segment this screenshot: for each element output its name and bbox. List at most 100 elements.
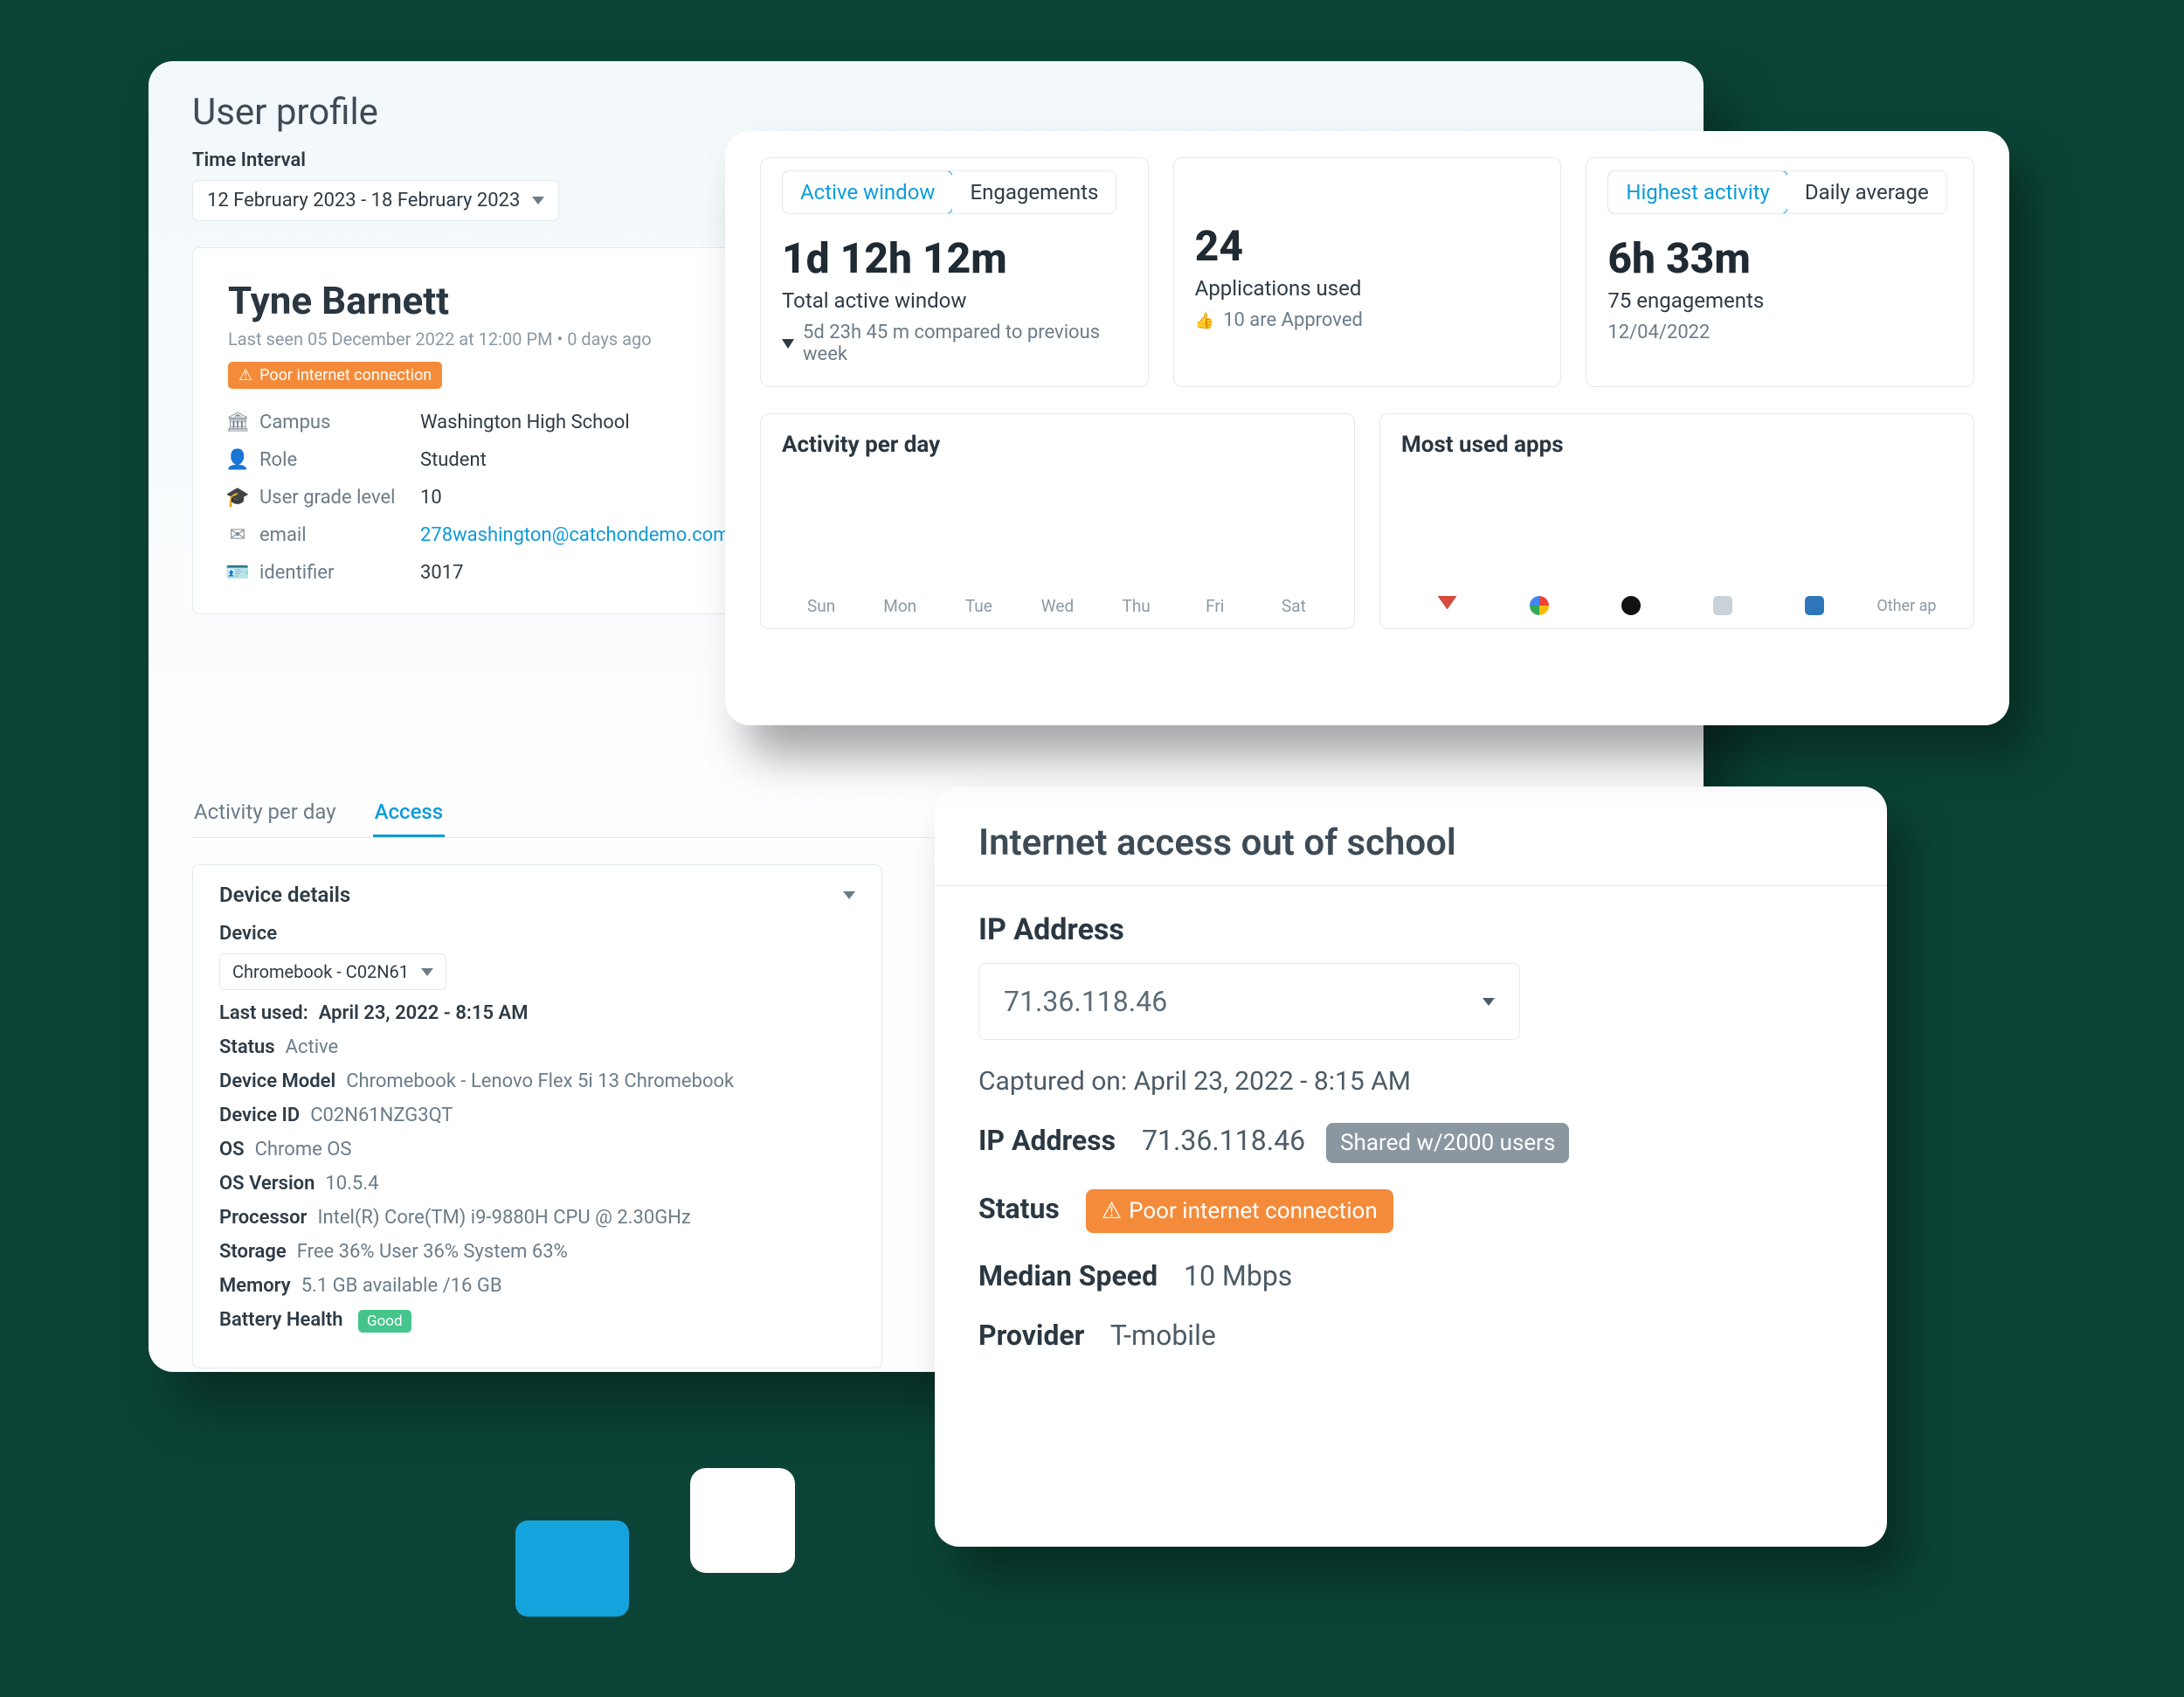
device-select-label: Device: [219, 923, 855, 945]
ip-address-select[interactable]: 71.36.118.46: [978, 963, 1520, 1040]
email-icon: [228, 526, 247, 545]
axis-label: Thu: [1097, 596, 1176, 616]
device-storage-value: Free 36% User 36% System 63%: [297, 1241, 568, 1263]
ip-address-value: 71.36.118.46: [1142, 1124, 1305, 1157]
id-icon: [228, 564, 247, 583]
user-card: Tyne Barnett Last seen 05 December 2022 …: [192, 247, 751, 614]
google-icon: [1530, 596, 1549, 615]
chevron-down-icon: [1482, 998, 1495, 1006]
tab-activity[interactable]: Activity per day: [192, 789, 338, 837]
captured-on: Captured on: April 23, 2022 - 8:15 AM: [978, 1066, 1843, 1097]
median-speed-value: 10 Mbps: [1184, 1259, 1292, 1292]
metric-apps-used: 24 Applications used 10 are Approved: [1173, 157, 1562, 387]
internet-access-card: Internet access out of school IP Address…: [935, 786, 1887, 1547]
shared-users-badge: Shared w/2000 users: [1326, 1123, 1569, 1163]
axis-label: [1401, 596, 1493, 615]
app5-icon: [1805, 596, 1824, 615]
chart-apps-title: Most used apps: [1401, 432, 1952, 458]
axis-label: [1677, 596, 1769, 615]
median-speed-line: Median Speed 10 Mbps: [978, 1259, 1843, 1292]
device-select-value: Chromebook - C02N61: [232, 961, 409, 982]
device-os-label: OS: [219, 1139, 245, 1160]
connection-badge: Poor internet connection: [228, 362, 442, 389]
app4-icon: [1713, 596, 1732, 615]
axis-label: [1493, 596, 1585, 615]
internet-access-title: Internet access out of school: [978, 821, 1843, 864]
device-model-value: Chromebook - Lenovo Flex 5i 13 Chromeboo…: [346, 1070, 734, 1092]
thumbs-up-icon: [1195, 309, 1214, 331]
arrow-down-icon: [782, 339, 794, 349]
net-status-label: Status: [978, 1192, 1060, 1225]
warning-icon: [1102, 1198, 1122, 1224]
role-label: Role: [259, 449, 297, 471]
device-cpu-value: Intel(R) Core(TM) i9-9880H CPU @ 2.30GHz: [317, 1207, 690, 1229]
tab-highest-activity[interactable]: Highest activity: [1607, 170, 1788, 214]
chevron-down-icon[interactable]: [843, 891, 855, 899]
device-details-title: Device details: [219, 883, 350, 907]
user-name: Tyne Barnett: [228, 278, 715, 323]
time-interval-select[interactable]: 12 February 2023 - 18 February 2023: [192, 180, 559, 221]
ip-address-heading: IP Address: [978, 912, 1843, 947]
device-model-label: Device Model: [219, 1070, 335, 1092]
metric1-sub: Total active window: [782, 288, 1127, 313]
metric3-value: 6h 33m: [1607, 233, 1952, 283]
ip-address-label: IP Address: [978, 1124, 1116, 1157]
metric2-sub: Applications used: [1195, 276, 1540, 301]
device-id-value: C02N61NZG3QT: [310, 1105, 453, 1126]
grade-value: 10: [420, 487, 729, 509]
decoration-square-cyan: [515, 1520, 629, 1617]
metric2-value: 24: [1195, 221, 1540, 271]
metric2-note-text: 10 are Approved: [1223, 309, 1363, 331]
email-value[interactable]: 278washington@catchondemo.com: [420, 524, 729, 546]
metric3-note: 12/04/2022: [1607, 322, 1952, 343]
page-title: User profile: [192, 91, 1660, 134]
median-speed-label: Median Speed: [978, 1259, 1158, 1292]
ip-address-select-value: 71.36.118.46: [1004, 985, 1167, 1018]
captured-on-label: Captured on:: [978, 1066, 1127, 1097]
captured-on-value: April 23, 2022 - 8:15 AM: [1134, 1066, 1411, 1097]
chart-activity-per-day: Activity per day SunMonTueWedThuFriSat: [760, 413, 1355, 629]
warning-icon: [238, 366, 252, 384]
axis-label: Sun: [782, 596, 860, 616]
chevron-down-icon: [421, 968, 433, 976]
metric1-value: 1d 12h 12m: [782, 233, 1127, 283]
metric-highest-activity: Highest activity Daily average 6h 33m 75…: [1586, 157, 1974, 387]
metric1-note: 5d 23h 45 m compared to previous week: [782, 322, 1127, 365]
email-label: email: [259, 524, 307, 546]
metric-active-window: Active window Engagements 1d 12h 12m Tot…: [760, 157, 1149, 387]
device-status-value: Active: [286, 1036, 339, 1058]
time-interval-value: 12 February 2023 - 18 February 2023: [207, 190, 520, 211]
metric1-tabs: Active window Engagements: [782, 170, 1116, 214]
device-cpu-label: Processor: [219, 1207, 307, 1229]
campus-label: Campus: [259, 412, 330, 433]
provider-value: T-mobile: [1110, 1319, 1216, 1352]
tab-engagements[interactable]: Engagements: [952, 171, 1116, 213]
provider-line: Provider T-mobile: [978, 1319, 1843, 1352]
net-status-line: Status Poor internet connection: [978, 1189, 1843, 1233]
grade-icon: [228, 488, 247, 508]
connection-badge-label: Poor internet connection: [259, 366, 432, 384]
axis-label: Mon: [860, 596, 939, 616]
divider: [935, 885, 1887, 886]
device-select[interactable]: Chromebook - C02N61: [219, 953, 446, 990]
campus-value: Washington High School: [420, 412, 729, 433]
identifier-label: identifier: [259, 562, 334, 584]
chart-activity-title: Activity per day: [782, 432, 1333, 458]
last-used-value: April 23, 2022 - 8:15 AM: [319, 1002, 529, 1024]
ip-address-line: IP Address 71.36.118.46 Shared w/2000 us…: [978, 1123, 1843, 1163]
tab-access[interactable]: Access: [373, 789, 446, 837]
tab-daily-average[interactable]: Daily average: [1787, 171, 1946, 213]
role-value: Student: [420, 449, 729, 471]
skype-icon: [1621, 596, 1641, 615]
axis-label: Other ap: [1861, 597, 1952, 615]
net-status-badge-label: Poor internet connection: [1129, 1198, 1378, 1224]
axis-label: Sat: [1254, 596, 1333, 616]
axis-label: Tue: [939, 596, 1018, 616]
metrics-panel: Active window Engagements 1d 12h 12m Tot…: [725, 131, 2009, 725]
metric2-note: 10 are Approved: [1195, 309, 1540, 331]
device-status-label: Status: [219, 1036, 275, 1058]
identifier-value: 3017: [420, 562, 729, 584]
device-osver-value: 10.5.4: [325, 1173, 378, 1195]
device-memory-value: 5.1 GB available /16 GB: [301, 1275, 502, 1297]
tab-active-window[interactable]: Active window: [782, 170, 953, 214]
